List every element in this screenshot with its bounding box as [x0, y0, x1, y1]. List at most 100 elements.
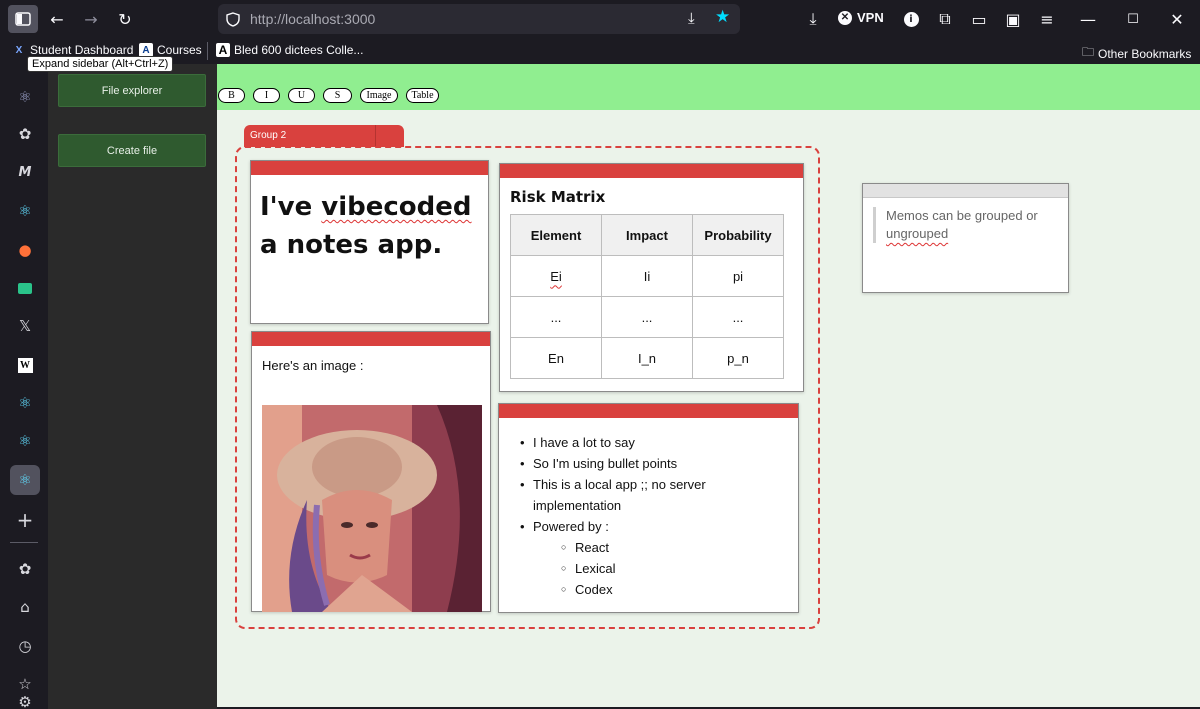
- bullet-note[interactable]: I have a lot to say So I'm using bullet …: [498, 403, 799, 613]
- react-icon[interactable]: ⚛: [12, 390, 38, 416]
- list-item[interactable]: I have a lot to say: [517, 432, 767, 453]
- table-cell[interactable]: pi: [692, 255, 784, 297]
- bookmark-bled[interactable]: A Bled 600 dictees Colle...: [216, 43, 363, 57]
- history-icon[interactable]: ◷: [12, 633, 38, 659]
- list-item[interactable]: React: [533, 537, 767, 558]
- note-drag-handle[interactable]: [252, 332, 490, 346]
- table-row: Ei Ii pi: [510, 255, 784, 297]
- other-bookmarks[interactable]: 🗀 Other Bookmarks: [1082, 43, 1191, 64]
- table-cell[interactable]: En: [510, 337, 602, 379]
- install-app-icon[interactable]: ⤓: [688, 9, 695, 27]
- react-icon[interactable]: ⚛: [12, 198, 38, 224]
- browser-sidebar: ⚛ ✿ M ⚛ ● 𝕏 W ⚛ ⚛ ⚛ + ✿ ⌂ ◷ ☆ ⚙: [0, 64, 48, 709]
- chatgpt-icon[interactable]: ✿: [12, 556, 38, 582]
- bookmark-courses[interactable]: A Courses: [139, 43, 202, 57]
- vpn-label: VPN: [857, 10, 884, 25]
- list-item[interactable]: This is a local app ;; no server impleme…: [517, 474, 767, 516]
- x-icon[interactable]: 𝕏: [12, 313, 38, 339]
- add-icon[interactable]: +: [12, 507, 38, 533]
- file-explorer-button[interactable]: File explorer: [58, 74, 206, 107]
- devices-icon[interactable]: ⌂: [12, 594, 38, 620]
- sidebar-toggle-icon[interactable]: [8, 5, 38, 33]
- bookmark-label: Bled 600 dictees Colle...: [234, 43, 364, 57]
- strike-button[interactable]: S: [323, 88, 352, 103]
- header-cell[interactable]: Element: [510, 214, 602, 256]
- forward-icon[interactable]: →: [79, 7, 103, 31]
- note-drag-handle[interactable]: [863, 184, 1068, 198]
- bookmark-label: Student Dashboard: [30, 43, 134, 57]
- url-bar[interactable]: http://localhost:3000 ⤓ ★: [218, 4, 740, 34]
- chatgpt-icon[interactable]: ✿: [12, 121, 38, 147]
- sync-tabs-icon[interactable]: ▣: [1001, 7, 1025, 31]
- sidebar-divider: [10, 542, 38, 543]
- memo-note[interactable]: Memos can be grouped or ungrouped: [862, 183, 1069, 293]
- react-icon[interactable]: ⚛: [12, 84, 38, 110]
- table-cell[interactable]: Ii: [601, 255, 693, 297]
- container-icon[interactable]: ▭: [967, 7, 991, 31]
- react-icon-active[interactable]: ⚛: [10, 465, 40, 495]
- table-header-row: Element Impact Probability: [510, 214, 784, 256]
- memo-quote[interactable]: Memos can be grouped or ungrouped: [873, 207, 1053, 243]
- m-app-icon[interactable]: M: [12, 159, 38, 185]
- vpn-button[interactable]: ✕ VPN: [838, 10, 884, 25]
- settings-icon[interactable]: ⚙: [12, 689, 38, 709]
- italic-button[interactable]: I: [253, 88, 280, 103]
- group-label: Group 2: [250, 130, 287, 141]
- bold-button[interactable]: B: [218, 88, 245, 103]
- app-side-panel: File explorer Create file: [48, 64, 217, 709]
- maximize-icon[interactable]: ☐: [1121, 7, 1145, 31]
- sub-bullet-list: React Lexical Codex: [533, 537, 767, 600]
- bookmarks-bar: X Student Dashboard A Courses A Bled 600…: [0, 38, 1200, 64]
- table-cell[interactable]: ...: [510, 296, 602, 338]
- list-item[interactable]: Powered by : React Lexical Codex: [517, 516, 767, 600]
- header-cell[interactable]: Probability: [692, 214, 784, 256]
- risk-table[interactable]: Element Impact Probability Ei Ii pi ... …: [510, 214, 784, 379]
- folder-icon: 🗀: [1082, 45, 1095, 59]
- other-bookmarks-label: Other Bookmarks: [1098, 46, 1192, 61]
- downloads-icon[interactable]: ⤓: [801, 7, 825, 31]
- table-cell[interactable]: Ei: [510, 255, 602, 297]
- image-button[interactable]: Image: [360, 88, 398, 103]
- back-icon[interactable]: ←: [45, 7, 69, 31]
- group-tab[interactable]: Group 2: [244, 125, 404, 147]
- wikipedia-icon[interactable]: W: [12, 352, 38, 378]
- risk-matrix-title: Risk Matrix: [510, 188, 606, 206]
- title-note[interactable]: I've vibecoded a notes app.: [250, 160, 489, 324]
- react-icon[interactable]: ⚛: [12, 428, 38, 454]
- note-drag-handle[interactable]: [500, 164, 803, 178]
- list-item[interactable]: Lexical: [533, 558, 767, 579]
- extensions-icon[interactable]: ⧉: [933, 7, 957, 31]
- reload-icon[interactable]: ↻: [113, 7, 137, 31]
- note-title-text[interactable]: I've vibecoded a notes app.: [260, 188, 485, 264]
- x-logo-icon: X: [15, 44, 23, 56]
- firefox-icon[interactable]: ●: [12, 237, 38, 263]
- url-text: http://localhost:3000: [250, 11, 376, 27]
- portrait-image[interactable]: [262, 405, 482, 612]
- image-note[interactable]: Here's an image :: [251, 331, 491, 612]
- group-tab-divider: [375, 125, 376, 147]
- info-icon[interactable]: i: [899, 7, 923, 31]
- message-icon[interactable]: [12, 275, 38, 301]
- table-cell[interactable]: p_n: [692, 337, 784, 379]
- image-caption[interactable]: Here's an image :: [262, 358, 363, 373]
- list-item[interactable]: Codex: [533, 579, 767, 600]
- browser-toolbar: ← → ↻ http://localhost:3000 ⤓ ★ ⤓ ✕ VPN i…: [0, 0, 1200, 38]
- create-file-button[interactable]: Create file: [58, 134, 206, 167]
- note-drag-handle[interactable]: [251, 161, 488, 175]
- bookmark-student-dashboard[interactable]: X Student Dashboard: [12, 43, 134, 57]
- underline-button[interactable]: U: [288, 88, 315, 103]
- menu-icon[interactable]: ≡: [1035, 7, 1059, 31]
- list-item[interactable]: So I'm using bullet points: [517, 453, 767, 474]
- bookmark-star-icon[interactable]: ★: [715, 7, 730, 27]
- minimize-icon[interactable]: —: [1076, 7, 1100, 31]
- risk-matrix-note[interactable]: Risk Matrix Element Impact Probability E…: [499, 163, 804, 392]
- header-cell[interactable]: Impact: [601, 214, 693, 256]
- table-button[interactable]: Table: [406, 88, 439, 103]
- bullet-list[interactable]: I have a lot to say So I'm using bullet …: [517, 432, 767, 600]
- table-cell[interactable]: ...: [601, 296, 693, 338]
- courses-logo-icon: A: [139, 43, 153, 57]
- table-cell[interactable]: I_n: [601, 337, 693, 379]
- note-drag-handle[interactable]: [499, 404, 798, 418]
- close-window-icon[interactable]: ✕: [1165, 7, 1189, 31]
- table-cell[interactable]: ...: [692, 296, 784, 338]
